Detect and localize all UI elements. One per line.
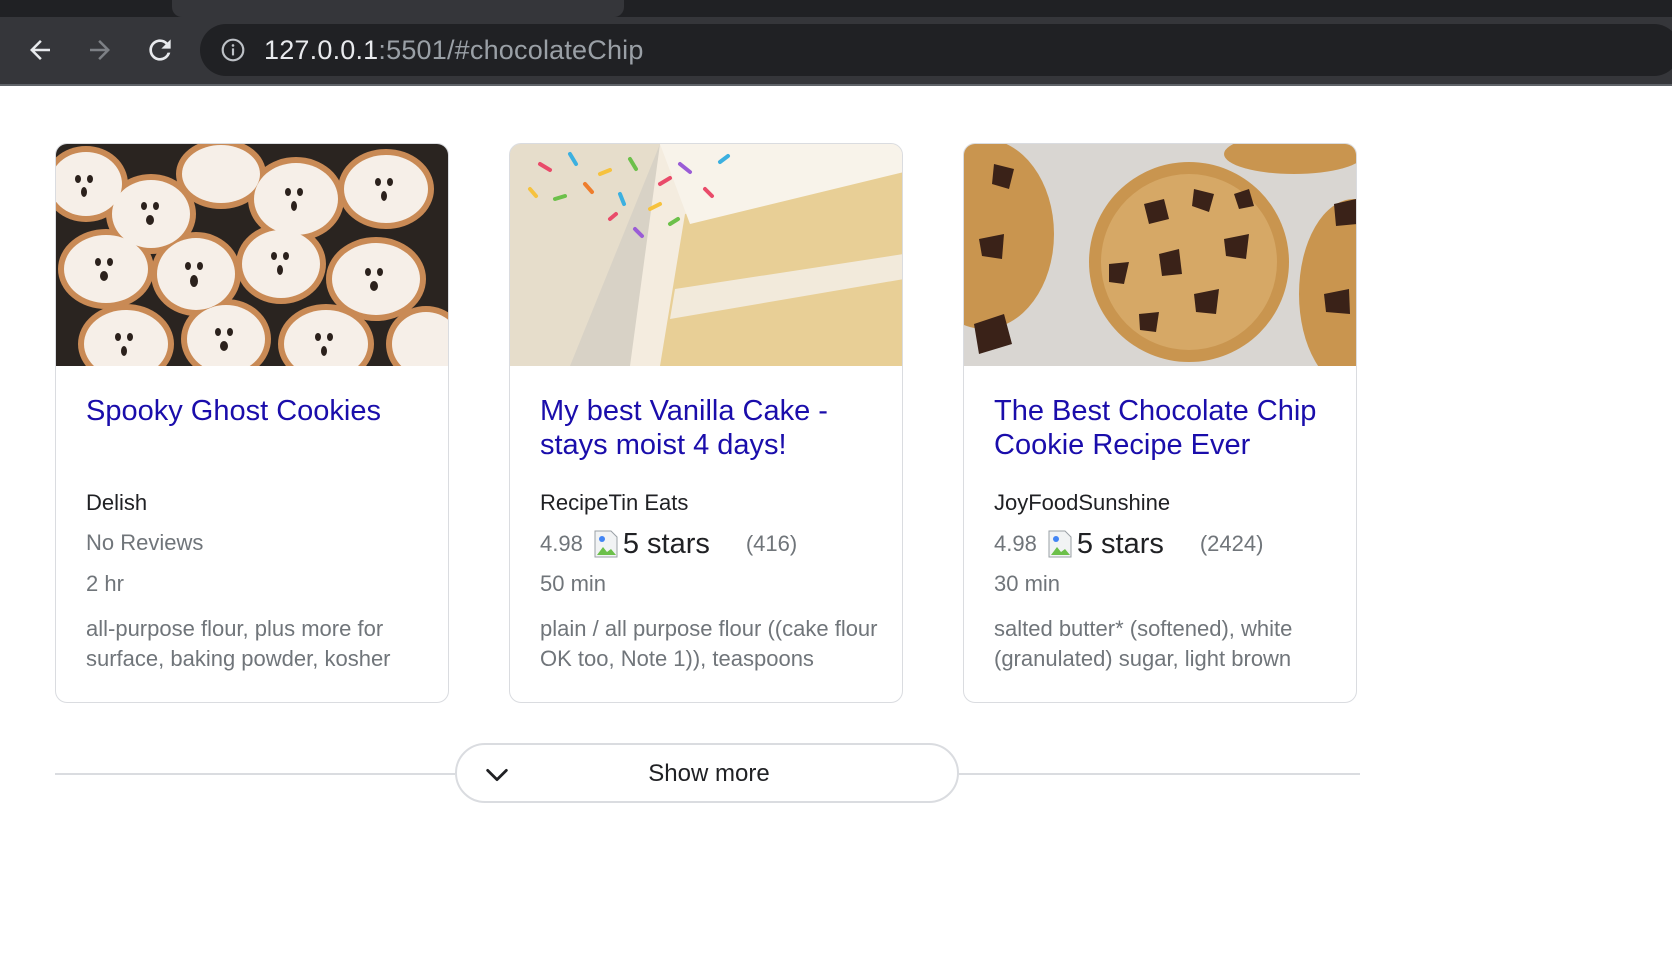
reload-icon (149, 39, 171, 61)
tab-strip (0, 0, 1672, 17)
rating-row: 4.98 5 stars (2424) (994, 528, 1263, 560)
cook-time: 2 hr (86, 571, 124, 596)
ingredients-snippet: plain / all purpose flour ((cake flour O… (540, 616, 878, 671)
url-text[interactable]: 127.0.0.1:5501/#chocolateChip (264, 35, 644, 65)
stars-alt-text: 5 stars (622, 527, 710, 560)
browser-toolbar: 127.0.0.1:5501/#chocolateChip (0, 0, 1672, 86)
broken-image-icon (594, 530, 618, 558)
rating-value: 4.98 (540, 531, 583, 556)
active-tab[interactable] (172, 0, 624, 17)
broken-image-icon (1048, 530, 1072, 558)
review-count: (416) (745, 531, 798, 556)
recipe-source: Delish (86, 490, 148, 515)
info-icon[interactable] (220, 37, 246, 63)
show-more-label: Show more (648, 760, 770, 787)
cook-time: 50 min (540, 571, 607, 596)
reload-button[interactable] (140, 30, 180, 70)
divider-line (55, 773, 455, 775)
recipe-card[interactable]: Spooky Ghost Cookies Delish No Reviews 2… (55, 143, 449, 703)
chocolate-chip-cookies-image[interactable] (964, 144, 1357, 366)
rating-row: 4.98 5 stars (416) (540, 528, 797, 560)
stars-alt-text: 5 stars (1076, 527, 1164, 560)
ingredients-snippet: salted butter* (softened), white (granul… (994, 616, 1293, 671)
recipe-title-link[interactable]: The Best Chocolate Chip Cookie Recipe Ev… (994, 394, 1339, 462)
forward-button[interactable] (80, 30, 120, 70)
recipe-card[interactable]: The Best Chocolate Chip Cookie Recipe Ev… (963, 143, 1357, 703)
cook-time: 30 min (994, 571, 1061, 596)
review-count: (2424) (1199, 531, 1264, 556)
address-bar[interactable]: 127.0.0.1:5501/#chocolateChip (200, 24, 1672, 76)
rating-value: 4.98 (994, 531, 1037, 556)
back-button[interactable] (20, 30, 60, 70)
ghost-cookies-image[interactable] (56, 144, 449, 366)
recipe-source: RecipeTin Eats (540, 490, 689, 515)
ingredients-snippet: all-purpose flour, plus more for surface… (86, 616, 391, 671)
recipe-source: JoyFoodSunshine (994, 490, 1171, 515)
url-path: :5501/#chocolateChip (378, 35, 644, 65)
recipe-title-link[interactable]: Spooky Ghost Cookies (86, 394, 431, 428)
recipe-title-link[interactable]: My best Vanilla Cake - stays moist 4 day… (540, 394, 885, 462)
arrow-left-icon (30, 40, 50, 60)
vanilla-cake-image[interactable] (510, 144, 903, 366)
show-more-button[interactable]: Show more (455, 743, 959, 803)
recipe-card[interactable]: My best Vanilla Cake - stays moist 4 day… (509, 143, 903, 703)
divider-line (959, 773, 1360, 775)
no-reviews-text: No Reviews (86, 530, 204, 555)
arrow-right-icon (90, 40, 110, 60)
url-host: 127.0.0.1 (264, 35, 379, 65)
